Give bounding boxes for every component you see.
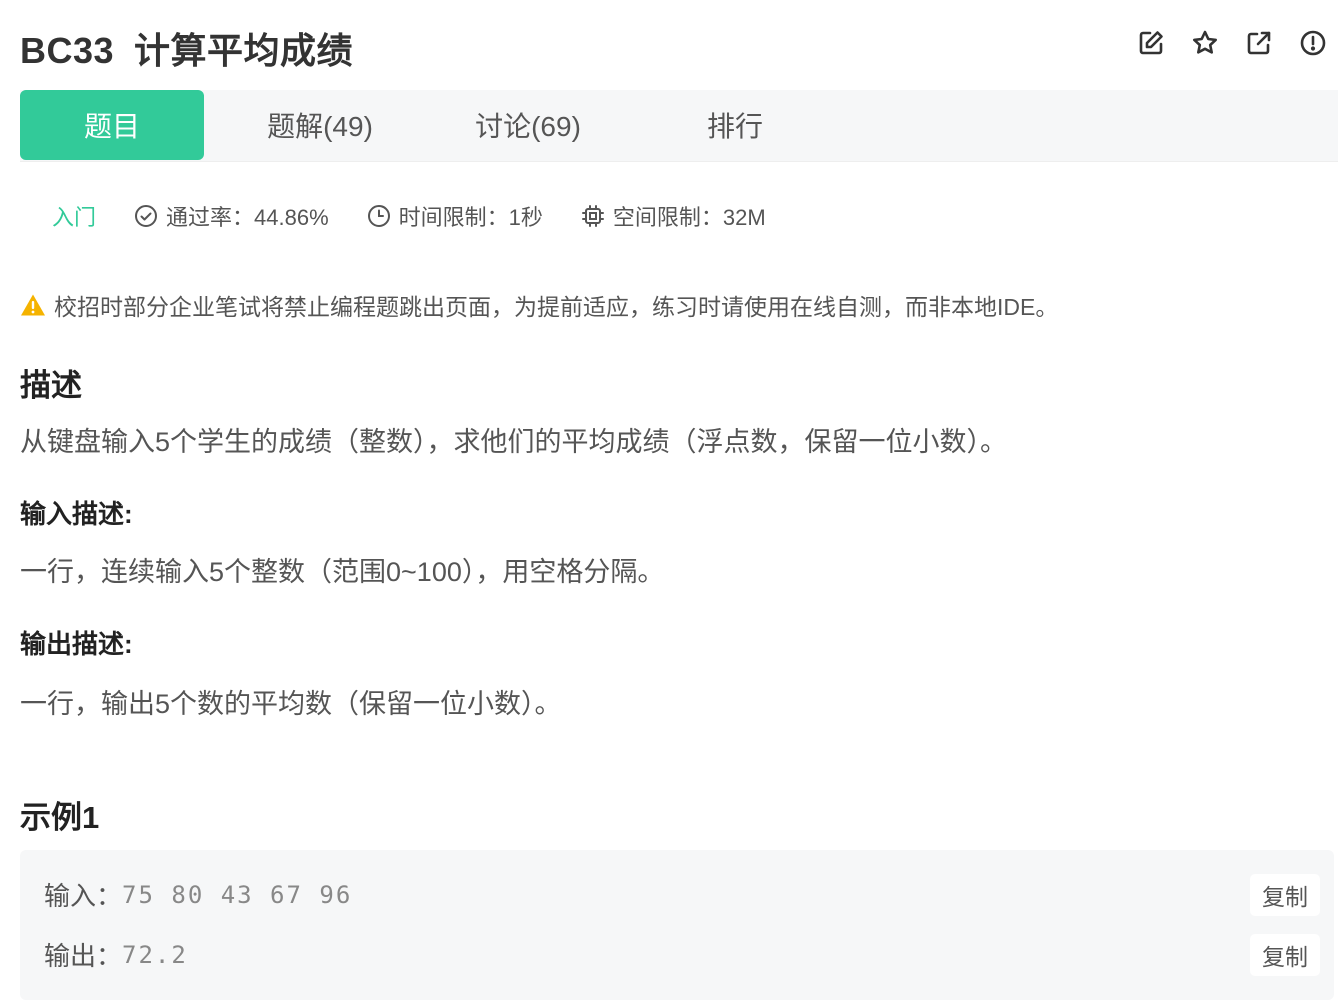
report-icon[interactable] bbox=[1298, 28, 1328, 58]
time-limit: 时间限制：1秒 bbox=[367, 200, 543, 232]
warning-notice: 校招时部分企业笔试将禁止编程题跳出页面，为提前适应，练习时请使用在线自测，而非本… bbox=[20, 288, 1058, 322]
difficulty-badge: 入门 bbox=[52, 205, 97, 230]
example-box: 输入： 75 80 43 67 96 复制 输出： 72.2 复制 bbox=[20, 850, 1334, 1000]
problem-meta: 入门 通过率：44.86% 时间限制：1秒 空间限制：32M bbox=[52, 198, 804, 234]
example-input-row: 输入： 75 80 43 67 96 bbox=[44, 876, 352, 913]
tab-bar: 题目 题解(49) 讨论(69) 排行 bbox=[20, 90, 1338, 162]
copy-input-button[interactable]: 复制 bbox=[1250, 874, 1320, 916]
problem-title: 计算平均成绩 bbox=[134, 30, 354, 71]
check-circle-icon bbox=[135, 205, 158, 227]
example-output-label: 输出： bbox=[44, 941, 123, 971]
time-limit-text: 时间限制：1秒 bbox=[398, 205, 543, 230]
output-description-heading: 输出描述: bbox=[20, 629, 133, 659]
description-heading: 描述 bbox=[20, 368, 82, 403]
copy-output-button[interactable]: 复制 bbox=[1250, 934, 1320, 976]
example-output-value: 72.2 bbox=[122, 940, 188, 969]
input-description-heading: 输入描述: bbox=[20, 499, 133, 529]
edit-icon[interactable] bbox=[1136, 28, 1166, 58]
tab-solutions[interactable]: 题解(49) bbox=[230, 90, 410, 160]
pass-rate-text: 通过率：44.86% bbox=[166, 205, 329, 230]
output-description-text: 一行，输出5个数的平均数（保留一位小数）。 bbox=[20, 689, 562, 719]
pass-rate: 通过率：44.86% bbox=[134, 200, 329, 232]
example-input-label: 输入： bbox=[44, 881, 123, 911]
header: BC33 计算平均成绩 bbox=[0, 0, 1338, 90]
warning-icon bbox=[21, 294, 45, 316]
warning-text: 校招时部分企业笔试将禁止编程题跳出页面，为提前适应，练习时请使用在线自测，而非本… bbox=[54, 294, 1059, 320]
clock-icon bbox=[367, 205, 390, 227]
star-icon[interactable] bbox=[1190, 28, 1220, 58]
example-output-row: 输出： 72.2 bbox=[44, 936, 188, 973]
tab-problem[interactable]: 题目 bbox=[20, 90, 204, 160]
space-limit-text: 空间限制：32M bbox=[612, 205, 766, 230]
description-text: 从键盘输入5个学生的成绩（整数），求他们的平均成绩（浮点数，保留一位小数）。 bbox=[20, 427, 1008, 457]
tab-ranking[interactable]: 排行 bbox=[645, 90, 825, 160]
example-input-value: 75 80 43 67 96 bbox=[122, 880, 353, 909]
input-description-text: 一行，连续输入5个整数（范围0~100），用空格分隔。 bbox=[20, 557, 665, 587]
example-heading: 示例1 bbox=[20, 800, 100, 835]
space-limit: 空间限制：32M bbox=[581, 200, 766, 232]
chip-icon bbox=[581, 205, 604, 227]
external-link-icon[interactable] bbox=[1244, 28, 1274, 58]
toolbar bbox=[1136, 28, 1328, 58]
tab-discussion[interactable]: 讨论(69) bbox=[438, 90, 618, 160]
page-title: BC33 计算平均成绩 bbox=[20, 22, 353, 74]
problem-id: BC33 bbox=[20, 30, 115, 71]
